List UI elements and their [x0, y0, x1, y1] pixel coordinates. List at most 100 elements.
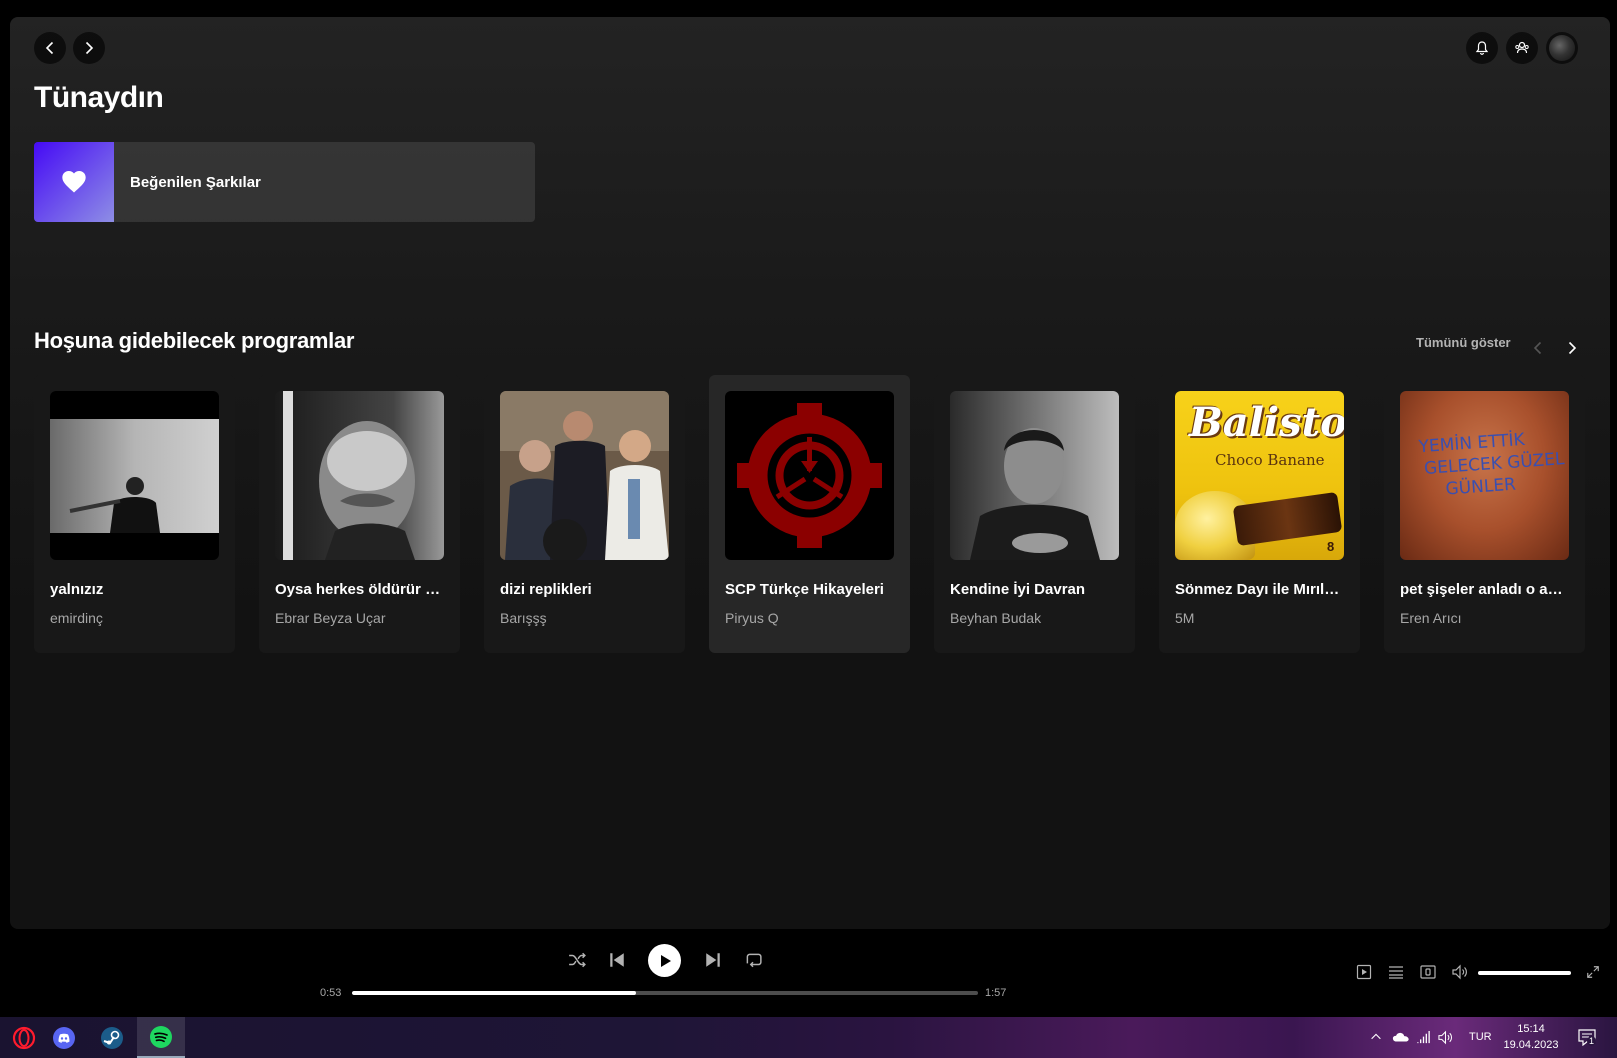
taskbar-discord[interactable] — [40, 1017, 88, 1058]
card-title: SCP Türkçe Hikayeleri — [725, 581, 884, 598]
shuffle-icon — [569, 952, 586, 968]
connect-device-button[interactable] — [1419, 963, 1437, 981]
network-tray[interactable] — [1416, 1030, 1431, 1048]
elapsed-time: 0:53 — [320, 987, 342, 999]
action-center-button[interactable]: 1 — [1578, 1028, 1597, 1049]
volume-tray[interactable] — [1438, 1030, 1453, 1048]
player-bar — [0, 929, 1617, 1017]
chevron-up-icon — [1371, 1033, 1381, 1040]
expand-icon — [1587, 966, 1599, 978]
next-button[interactable] — [702, 949, 724, 971]
volume-slider[interactable] — [1478, 971, 1571, 975]
heart-icon — [62, 171, 86, 193]
forward-button[interactable] — [73, 32, 105, 64]
card-title: Oysa herkes öldürür sevdiğini — [275, 581, 444, 598]
card-subtitle: emirdinç — [50, 610, 103, 626]
count-badge: 8 — [1327, 539, 1335, 554]
mute-button[interactable] — [1451, 963, 1469, 981]
main-view: Tünaydın Beğenilen Şarkılar Hoşuna gideb… — [10, 17, 1610, 929]
skip-back-icon — [610, 953, 624, 967]
carousel-prev-button[interactable] — [1530, 340, 1546, 361]
profile-button[interactable] — [1546, 32, 1578, 64]
play-button[interactable] — [648, 944, 681, 977]
notification-count: 1 — [1587, 1036, 1597, 1046]
liked-songs-art — [34, 142, 114, 222]
card-subtitle: Eren Arıcı — [1400, 610, 1462, 626]
chocolate-bar-image — [1232, 491, 1343, 547]
cover-art — [50, 391, 219, 560]
repeat-icon — [746, 953, 762, 968]
taskbar-steam[interactable] — [88, 1017, 136, 1058]
previous-button[interactable] — [606, 949, 628, 971]
onedrive-tray[interactable] — [1392, 1030, 1410, 1047]
cloud-icon — [1392, 1032, 1409, 1042]
volume-icon — [1452, 964, 1467, 980]
notifications-button[interactable] — [1466, 32, 1498, 64]
skip-forward-icon — [706, 953, 720, 967]
queue-icon — [1389, 966, 1403, 979]
card-subtitle: Barışşş — [500, 610, 547, 626]
opera-icon — [12, 1026, 36, 1049]
avatar — [1549, 35, 1575, 61]
card-title: Sönmez Dayı ile Mırıltılar — [1175, 581, 1344, 598]
balisto-logo: Balisto — [1189, 399, 1344, 446]
total-time: 1:57 — [985, 987, 1007, 999]
podcast-card[interactable]: dizi replikleri Barışşş — [484, 375, 685, 653]
show-all-link[interactable]: Tümünü göster — [1416, 335, 1511, 350]
tray-expand-button[interactable] — [1369, 1030, 1383, 1047]
wifi-icon — [1417, 1030, 1430, 1044]
card-title: pet şişeler anladı o akşam — [1400, 581, 1569, 598]
system-clock[interactable]: 15:14 19.04.2023 — [1500, 1021, 1562, 1053]
clock-date: 19.04.2023 — [1503, 1039, 1559, 1051]
back-button[interactable] — [34, 32, 66, 64]
cover-art: YEMİN ETTİK GELECEK GÜZEL GÜNLER — [1400, 391, 1569, 560]
page-title: Tünaydın — [34, 81, 164, 114]
input-language[interactable]: TUR — [1469, 1031, 1492, 1043]
spotify-window: Tünaydın Beğenilen Şarkılar Hoşuna gideb… — [0, 0, 1617, 1058]
fullscreen-button[interactable] — [1584, 963, 1602, 981]
liked-songs-label: Beğenilen Şarkılar — [130, 173, 261, 191]
podcast-card[interactable]: yalnızız emirdinç — [34, 375, 235, 653]
play-icon — [660, 954, 671, 967]
podcast-card[interactable]: YEMİN ETTİK GELECEK GÜZEL GÜNLER pet şiş… — [1384, 375, 1585, 653]
podcast-card[interactable]: Kendine İyi Davran Beyhan Budak — [934, 375, 1135, 653]
volume-fill — [1478, 971, 1571, 975]
friends-icon — [1515, 41, 1529, 54]
spotify-icon — [150, 1025, 172, 1048]
chevron-left-icon — [45, 41, 54, 55]
section-title: Hoşuna gidebilecek programlar — [34, 328, 355, 353]
chevron-left-icon — [1533, 341, 1542, 355]
now-playing-icon — [1356, 964, 1372, 980]
chevron-right-icon — [1568, 341, 1577, 355]
progress-bar[interactable] — [352, 991, 978, 995]
cover-art — [950, 391, 1119, 560]
balisto-flavor: Choco Banane — [1215, 451, 1325, 469]
chevron-right-icon — [85, 41, 94, 55]
bell-icon — [1475, 41, 1489, 55]
cover-art — [275, 391, 444, 560]
carousel-next-button[interactable] — [1564, 340, 1580, 361]
windows-taskbar: TUR 1 — [0, 1017, 1617, 1058]
steam-icon — [101, 1026, 123, 1049]
friend-activity-button[interactable] — [1506, 32, 1538, 64]
podcast-card[interactable]: Oysa herkes öldürür sevdiğini Ebrar Beyz… — [259, 375, 460, 653]
discord-icon — [53, 1026, 75, 1049]
cover-art — [500, 391, 669, 560]
repeat-button[interactable] — [742, 949, 764, 971]
queue-button[interactable] — [1387, 963, 1405, 981]
podcast-card[interactable]: SCP Türkçe Hikayeleri Piryus Q — [709, 375, 910, 653]
podcast-card[interactable]: Balisto Choco Banane 8 Sönmez Dayı ile M… — [1159, 375, 1360, 653]
clock-time: 15:14 — [1517, 1023, 1545, 1035]
now-playing-view-button[interactable] — [1355, 963, 1373, 981]
card-subtitle: 5M — [1175, 610, 1195, 626]
taskbar-spotify[interactable] — [137, 1017, 185, 1058]
liked-songs-shortcut[interactable]: Beğenilen Şarkılar — [34, 142, 535, 222]
graffiti-text: YEMİN ETTİK GELECEK GÜZEL GÜNLER — [1418, 426, 1569, 502]
card-title: yalnızız — [50, 581, 104, 598]
card-subtitle: Beyhan Budak — [950, 610, 1042, 626]
card-subtitle: Ebrar Beyza Uçar — [275, 610, 386, 626]
shuffle-button[interactable] — [566, 949, 588, 971]
card-title: dizi replikleri — [500, 581, 592, 598]
speaker-icon — [1438, 1030, 1452, 1045]
device-icon — [1420, 965, 1436, 979]
